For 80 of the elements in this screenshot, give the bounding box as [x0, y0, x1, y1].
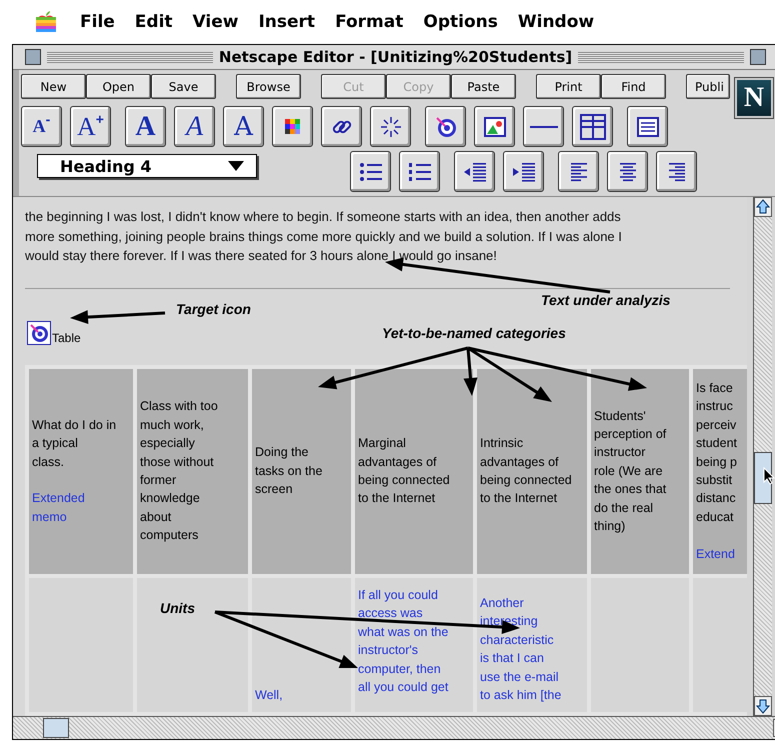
category-text: Is face instruc perceiv student being p substit distanc educat: [696, 380, 738, 524]
paragraph-button[interactable]: [656, 151, 697, 192]
text-style-button[interactable]: A$^{-}$: [21, 106, 62, 147]
scroll-up-icon[interactable]: [754, 197, 772, 217]
paragraph-button[interactable]: [503, 151, 544, 192]
text-style-button[interactable]: A: [125, 106, 166, 147]
target-icon[interactable]: [27, 320, 51, 344]
format-button[interactable]: [572, 106, 613, 147]
toolbar-button[interactable]: Save: [151, 74, 216, 99]
toolbar-button[interactable]: Find: [601, 74, 666, 99]
paragraph-button[interactable]: [558, 151, 599, 192]
format-button[interactable]: [627, 106, 668, 147]
sparkle-icon: [378, 114, 402, 138]
menu-item[interactable]: File: [80, 12, 115, 32]
toolbar-button[interactable]: Paste: [451, 74, 516, 99]
dropdown-arrow-icon: [228, 161, 244, 171]
target-icon: [434, 116, 456, 138]
unit-text: Another interesting characteristic is that I can use the e-mail to ask him [the: [480, 594, 562, 704]
format-button[interactable]: [370, 106, 411, 147]
vertical-scrollbar[interactable]: [753, 197, 772, 716]
image-icon: [484, 116, 506, 136]
align-right-icon: [666, 162, 686, 182]
menu-item[interactable]: Format: [335, 12, 404, 32]
scroll-thumb[interactable]: [754, 452, 772, 504]
toolbar-button[interactable]: Publi: [686, 74, 730, 99]
toolbar-button[interactable]: Browse: [236, 74, 301, 99]
text-style-button[interactable]: A: [174, 106, 215, 147]
close-box[interactable]: [25, 49, 41, 65]
apple-logo-icon[interactable]: [36, 11, 56, 33]
horizontal-scrollbar[interactable]: [13, 716, 775, 739]
category-text: What do I do in a typical class.: [32, 418, 116, 469]
color-grid-icon: [284, 118, 300, 134]
paragraph-button[interactable]: [399, 151, 440, 192]
paragraph-button[interactable]: [350, 151, 391, 192]
format-button[interactable]: [321, 106, 362, 147]
menu-item[interactable]: Options: [423, 12, 498, 32]
bullet-list-icon: [360, 162, 382, 182]
numbered-list-icon: [408, 162, 430, 182]
category-text: Intrinsic advantages of being connected to the Internet: [480, 436, 572, 506]
category-text: Class with too much work, especially those without former knowledge about computers: [140, 399, 218, 542]
window-title: Netscape Editor - [Unitizing%20Students]: [218, 48, 572, 66]
paragraph-button[interactable]: [607, 151, 648, 192]
annotation-label: Text under analyzis: [541, 292, 670, 308]
menu-item[interactable]: Insert: [258, 12, 316, 32]
form-icon: [636, 116, 658, 136]
menu-item[interactable]: Edit: [134, 12, 173, 32]
paragraph-style-dropdown[interactable]: Heading 4: [37, 154, 257, 178]
toolbar-button[interactable]: Print: [536, 74, 601, 99]
zoom-box[interactable]: [750, 49, 766, 65]
table-icon: [580, 114, 606, 140]
category-text: Doing the tasks on the screen: [255, 445, 322, 496]
unit-text: If all you could access was what was on the instructor's computer, then all you could get: [358, 586, 448, 696]
text-style-button[interactable]: A$^{+}$: [70, 106, 111, 147]
paragraph-button[interactable]: [454, 151, 495, 192]
annotation-label: Target icon: [176, 301, 251, 317]
align-center-icon: [618, 162, 638, 182]
paragraph-text: the beginning I was lost, I didn't know where to begin. If someone starts with an idea, then another adds more something, joining people brains things come more quickly and we build a solution. If I was alone I would stay there forever. If I was there seated for 3 hours alone I would go insane!: [25, 208, 623, 265]
align-left-icon: [568, 162, 588, 182]
format-button[interactable]: [523, 106, 564, 147]
annotation-label: Units: [160, 600, 195, 616]
target-label: Table: [52, 330, 81, 344]
indent-icon: [512, 162, 534, 182]
netscape-logo[interactable]: N: [735, 78, 773, 118]
unit-text: Well,: [255, 686, 283, 704]
text-style-button[interactable]: A: [223, 106, 264, 147]
memo-link[interactable]: Extend: [696, 544, 735, 564]
category-text: Marginal advantages of being connected to the Internet: [358, 436, 450, 506]
category-text: Students' perception of instructor role (We are the ones that do the real thing): [594, 408, 666, 534]
memo-link[interactable]: Extended memo: [32, 489, 85, 526]
format-button[interactable]: [425, 106, 466, 147]
annotation-label: Yet-to-be-named categories: [382, 325, 566, 341]
menu-item[interactable]: Window: [518, 12, 594, 32]
scroll-thumb[interactable]: [43, 718, 69, 738]
outdent-icon: [464, 162, 486, 182]
toolbar-button[interactable]: Open: [86, 74, 151, 99]
format-button[interactable]: [474, 106, 515, 147]
format-button[interactable]: [272, 106, 313, 147]
menu-item[interactable]: View: [192, 12, 238, 32]
scroll-down-icon[interactable]: [754, 696, 772, 716]
toolbar-button[interactable]: New: [21, 74, 86, 99]
